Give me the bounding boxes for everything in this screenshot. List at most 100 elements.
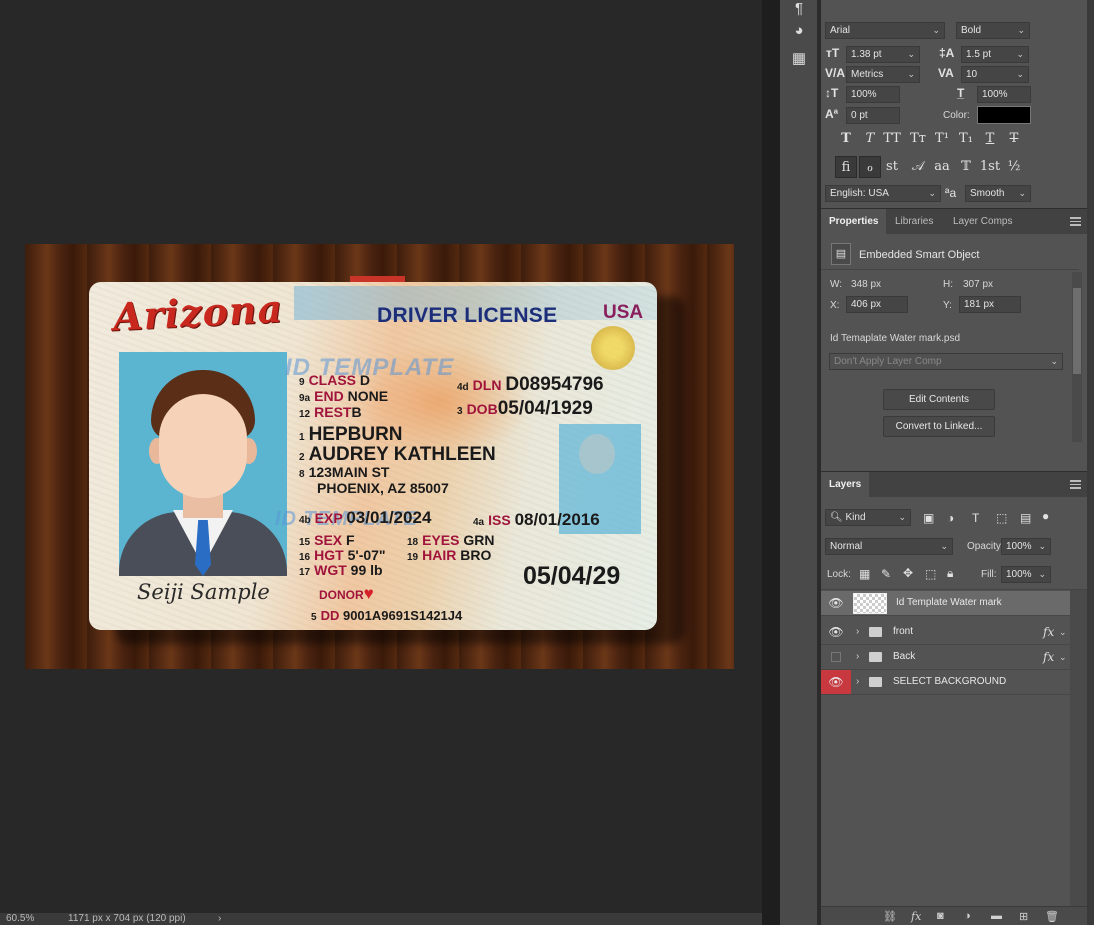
tracking-field[interactable]: 10 ⌄ bbox=[961, 66, 1029, 83]
kind-filter-select[interactable]: 🔍︎ Kind ⌄ bbox=[825, 509, 911, 526]
font-style-select[interactable]: Bold ⌄ bbox=[956, 22, 1030, 39]
swash-button[interactable]: 𝒜 bbox=[907, 156, 929, 178]
visibility-eye-icon[interactable]: 👁︎ bbox=[821, 620, 851, 644]
tab-properties[interactable]: Properties bbox=[821, 209, 887, 235]
lock-pixels-icon[interactable]: ✎ bbox=[881, 567, 891, 581]
new-group-icon[interactable]: ▬ bbox=[991, 910, 1002, 922]
faux-italic-button[interactable]: T bbox=[859, 128, 881, 150]
panel-menu-icon[interactable] bbox=[1070, 217, 1081, 226]
trash-icon[interactable]: 🗑︎ bbox=[1045, 910, 1059, 923]
strikethrough-button[interactable]: T bbox=[1003, 128, 1025, 150]
chevron-down-icon[interactable]: ⌄ bbox=[1059, 620, 1067, 644]
fx-icon[interactable]: fx bbox=[1043, 620, 1054, 644]
layers-scrollbar[interactable] bbox=[1070, 590, 1087, 906]
filter-toggle-icon[interactable]: ● bbox=[1042, 509, 1049, 523]
width-value[interactable]: 348 px bbox=[851, 279, 881, 290]
y-label: Y: bbox=[943, 300, 952, 311]
tab-layer-comps[interactable]: Layer Comps bbox=[945, 209, 1020, 235]
filter-image-icon[interactable]: ▣ bbox=[923, 511, 934, 525]
standard-ligatures-button[interactable]: fi bbox=[835, 156, 857, 178]
lock-artboard-icon[interactable]: ⬚ bbox=[925, 567, 936, 581]
lock-position-icon[interactable]: ✥ bbox=[903, 566, 913, 580]
palette-icon[interactable]: ◕ bbox=[789, 22, 809, 40]
fractions-button[interactable]: ½ bbox=[1003, 156, 1025, 178]
subscript-button[interactable]: T₁ bbox=[955, 128, 977, 150]
chevron-right-icon[interactable]: › bbox=[856, 620, 859, 644]
table-icon[interactable]: ▦ bbox=[789, 50, 809, 68]
y-field[interactable]: 181 px bbox=[959, 296, 1021, 313]
baseline-shift-field[interactable]: 0 pt bbox=[846, 107, 900, 124]
titling-alternates-button[interactable]: 𝕋 bbox=[955, 156, 977, 178]
all-caps-button[interactable]: TT bbox=[881, 128, 903, 150]
contextual-alternates-button[interactable]: ℴ bbox=[859, 156, 881, 178]
x-field[interactable]: 406 px bbox=[846, 296, 908, 313]
fx-icon[interactable]: fx bbox=[911, 910, 921, 923]
zoom-level[interactable]: 60.5% bbox=[6, 913, 34, 925]
fill-field[interactable]: 100% ⌄ bbox=[1001, 566, 1051, 583]
chevron-right-icon[interactable]: › bbox=[218, 913, 221, 925]
adjustment-icon[interactable]: ◑ bbox=[964, 910, 971, 922]
blend-mode-select[interactable]: Normal ⌄ bbox=[825, 538, 953, 555]
stylistic-alternates-button[interactable]: aa bbox=[931, 156, 953, 178]
faux-bold-button[interactable]: T bbox=[835, 128, 857, 150]
document-canvas[interactable]: Arizona DRIVER LICENSE USA Seiji Sample … bbox=[25, 244, 734, 669]
field-given-name: 2 AUDREY KATHLEEN bbox=[299, 444, 496, 465]
superscript-button[interactable]: T¹ bbox=[931, 128, 953, 150]
visibility-eye-icon[interactable]: 👁︎ bbox=[821, 670, 851, 694]
filter-adjustment-icon[interactable]: ◑ bbox=[947, 511, 954, 525]
canvas-area[interactable]: Arizona DRIVER LICENSE USA Seiji Sample … bbox=[0, 0, 762, 925]
convert-to-linked-button[interactable]: Convert to Linked... bbox=[883, 416, 995, 437]
filter-shape-icon[interactable]: ⬚ bbox=[996, 511, 1007, 525]
new-layer-icon[interactable]: ⊞ bbox=[1019, 910, 1028, 923]
visibility-eye-icon[interactable]: 👁︎ bbox=[821, 591, 851, 615]
filter-smart-object-icon[interactable]: ▤ bbox=[1020, 511, 1031, 525]
tab-libraries[interactable]: Libraries bbox=[887, 209, 941, 235]
scroll-thumb[interactable] bbox=[1073, 288, 1081, 374]
opacity-field[interactable]: 100% ⌄ bbox=[1001, 538, 1051, 555]
document-info[interactable]: 1171 px x 704 px (120 ppi) bbox=[68, 913, 186, 925]
layer-name[interactable]: Id Template Water mark bbox=[896, 591, 1002, 615]
field-address-city: PHOENIX, AZ 85007 bbox=[317, 480, 449, 496]
horizontal-scale-field[interactable]: 100% bbox=[977, 86, 1031, 103]
edit-contents-button[interactable]: Edit Contents bbox=[883, 389, 995, 410]
chevron-right-icon[interactable]: › bbox=[856, 645, 859, 669]
lock-label: Lock: bbox=[827, 569, 851, 580]
link-icon[interactable]: ⛓︎ bbox=[883, 910, 897, 923]
chevron-right-icon[interactable]: › bbox=[856, 670, 859, 694]
mask-icon[interactable]: ◙ bbox=[937, 910, 944, 922]
layer-row[interactable]: 👁︎ › SELECT BACKGROUND bbox=[821, 670, 1070, 695]
small-caps-button[interactable]: Tт bbox=[907, 128, 929, 150]
signature: Seiji Sample bbox=[137, 580, 270, 604]
layer-row[interactable]: › Back fx ⌄ bbox=[821, 645, 1070, 670]
discretionary-ligatures-button[interactable]: st bbox=[881, 156, 903, 178]
tab-layers[interactable]: Layers bbox=[821, 472, 870, 498]
color-swatch[interactable] bbox=[977, 106, 1031, 124]
leading-field[interactable]: 1.5 pt ⌄ bbox=[961, 46, 1029, 63]
ordinals-button[interactable]: 1st bbox=[979, 156, 1001, 178]
properties-scrollbar[interactable] bbox=[1072, 272, 1082, 442]
filter-type-icon[interactable]: T bbox=[972, 511, 979, 525]
lock-transparent-icon[interactable]: ▦ bbox=[859, 567, 870, 581]
font-family-select[interactable]: Arial ⌄ bbox=[825, 22, 945, 39]
layers-menu-icon[interactable] bbox=[1070, 480, 1081, 489]
layer-row[interactable]: 👁︎ Id Template Water mark bbox=[821, 591, 1070, 616]
layer-name[interactable]: Back bbox=[893, 645, 915, 669]
layer-name[interactable]: SELECT BACKGROUND bbox=[893, 670, 1006, 694]
panel-scrollbar[interactable] bbox=[1087, 0, 1094, 925]
layer-comp-select[interactable]: Don't Apply Layer Comp ⌄ bbox=[829, 353, 1063, 370]
vertical-scale-field[interactable]: 100% bbox=[846, 86, 900, 103]
smart-object-icon: ▤ bbox=[831, 243, 851, 265]
height-value[interactable]: 307 px bbox=[963, 279, 993, 290]
language-select[interactable]: English: USA ⌄ bbox=[825, 185, 941, 202]
kerning-select[interactable]: Metrics ⌄ bbox=[846, 66, 920, 83]
layer-name[interactable]: front bbox=[893, 620, 913, 644]
visibility-empty-icon[interactable] bbox=[821, 645, 851, 669]
layer-row[interactable]: 👁︎ › front fx ⌄ bbox=[821, 620, 1070, 645]
underline-button[interactable]: T bbox=[979, 128, 1001, 150]
chevron-down-icon[interactable]: ⌄ bbox=[1059, 645, 1067, 669]
lock-all-icon[interactable]: 🔒︎ bbox=[947, 566, 953, 581]
fx-icon[interactable]: fx bbox=[1043, 645, 1054, 669]
antialias-select[interactable]: Smooth ⌄ bbox=[965, 185, 1031, 202]
font-size-field[interactable]: 1.38 pt ⌄ bbox=[846, 46, 920, 63]
paragraph-icon[interactable]: ¶ bbox=[789, 0, 809, 18]
